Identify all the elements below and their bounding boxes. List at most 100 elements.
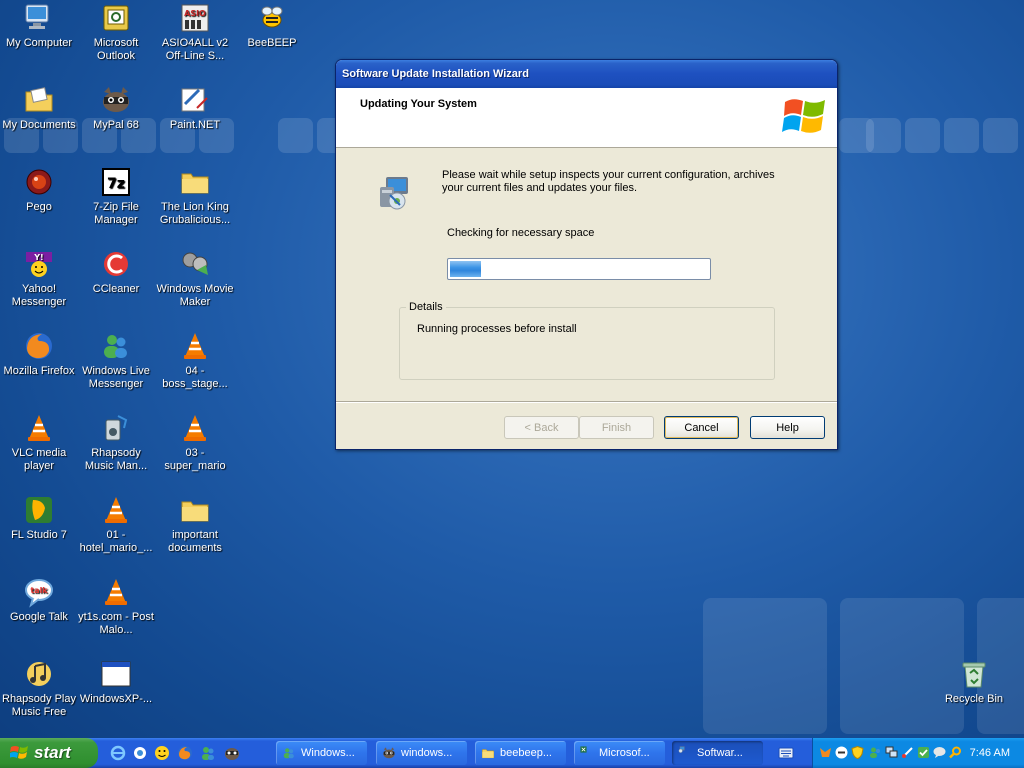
recycle-bin-icon	[958, 658, 990, 690]
progress-bar	[447, 258, 711, 280]
tray-speech-icon[interactable]	[933, 746, 946, 759]
progress-fill	[450, 261, 481, 277]
desktop-icon-label: ASIO4ALL v2 Off-Line S...	[161, 37, 229, 62]
desktop-icon[interactable]: ASIO ASIO4ALL v2 Off-Line S...	[156, 2, 234, 63]
desktop-icon-label: Pego	[26, 201, 52, 213]
back-button[interactable]: < Back	[504, 416, 579, 439]
desktop-icon-label: important documents	[168, 529, 222, 554]
start-button[interactable]: start	[0, 738, 98, 768]
installation-wizard-window[interactable]: Software Update Installation Wizard Upda…	[335, 59, 838, 450]
desktop-icon[interactable]: MyPal 68	[77, 84, 155, 132]
desktop-icon[interactable]: VLC media player	[0, 412, 78, 473]
tray-minus-icon[interactable]	[835, 746, 848, 759]
desktop-icon[interactable]: Windows Movie Maker	[156, 248, 234, 309]
desktop-icon[interactable]: BeeBEEP	[233, 2, 311, 50]
taskbar-button[interactable]: windows...	[376, 741, 467, 765]
msn-icon[interactable]	[132, 745, 148, 761]
tray-check-icon[interactable]	[917, 746, 930, 759]
google-talk-icon: talk	[23, 576, 55, 608]
desktop-icon-label: 7-Zip File Manager	[93, 201, 139, 226]
tray-fox-icon[interactable]	[819, 746, 832, 759]
desktop-icon[interactable]: 04 - boss_stage...	[156, 330, 234, 391]
taskbar-button[interactable]: Softwar...	[672, 741, 763, 765]
live-messenger-icon	[100, 330, 132, 362]
live-messenger-icon	[283, 748, 294, 759]
details-legend: Details	[406, 301, 446, 313]
firefox-icon[interactable]	[177, 745, 193, 761]
wizard-body: Please wait while setup inspects your cu…	[336, 149, 837, 401]
desktop-icon-label: My Documents	[2, 119, 76, 131]
desktop-icon[interactable]: Recycle Bin	[935, 658, 1013, 706]
desktop-icon[interactable]: Microsoft Outlook	[77, 2, 155, 63]
live-messenger-icon[interactable]	[200, 745, 216, 761]
desktop-icon[interactable]: The Lion King Grubalicious...	[156, 166, 234, 227]
desktop-icon[interactable]: WindowsXP-...	[77, 658, 155, 706]
desktop-icon[interactable]: My Documents	[0, 84, 78, 132]
button-separator	[336, 401, 837, 403]
desktop-icon[interactable]: Rhapsody Play Music Free	[0, 658, 78, 719]
ccleaner-icon	[100, 248, 132, 280]
clock[interactable]: 7:46 AM	[970, 738, 1010, 768]
taskbar-button-label: windows...	[401, 747, 453, 759]
movie-maker-icon	[179, 248, 211, 280]
details-text: Running processes before install	[417, 323, 577, 335]
seven-zip-icon: 7z	[100, 166, 132, 198]
internet-explorer-icon[interactable]	[110, 745, 126, 761]
vlc-icon	[179, 330, 211, 362]
taskbar-button-label: beebeep...	[500, 747, 552, 759]
tray-network-icon[interactable]	[885, 746, 898, 759]
desktop-icon-label: VLC media player	[11, 447, 67, 472]
asio-icon: ASIO	[179, 2, 211, 34]
desktop-icon[interactable]: important documents	[156, 494, 234, 555]
tray-paint-icon[interactable]	[901, 746, 914, 759]
finish-button[interactable]: Finish	[579, 416, 654, 439]
status-text: Checking for necessary space	[447, 227, 595, 239]
desktop-icon-label: My Computer	[5, 37, 73, 49]
desktop-icon-label: Google Talk	[10, 611, 68, 623]
help-button[interactable]: Help	[750, 416, 825, 439]
svg-text:Y!: Y!	[33, 253, 43, 262]
rhapsody-play-icon	[23, 658, 55, 690]
desktop-icon[interactable]: My Computer	[0, 2, 78, 50]
windows-logo-icon	[782, 99, 825, 133]
desktop-icon[interactable]: CCleaner	[77, 248, 155, 296]
fl-studio-icon	[23, 494, 55, 526]
desktop-icon[interactable]: talk Google Talk	[0, 576, 78, 624]
desktop-icon-label: Rhapsody Music Man...	[84, 447, 148, 472]
desktop-icon[interactable]: Y! Yahoo! Messenger	[0, 248, 78, 309]
my-documents-icon	[23, 84, 55, 116]
desktop-icon-label: yt1s.com - Post Malo...	[78, 611, 154, 636]
mypal-icon[interactable]	[224, 745, 240, 761]
desktop-icon[interactable]: 01 - hotel_mario_...	[77, 494, 155, 555]
my-computer-icon	[23, 2, 55, 34]
desktop-icon[interactable]: Rhapsody Music Man...	[77, 412, 155, 473]
security-shield-icon[interactable]	[851, 746, 864, 759]
desktop-icon-label: Rhapsody Play Music Free	[2, 693, 76, 718]
desktop-icon[interactable]: Mozilla Firefox	[0, 330, 78, 378]
vlc-icon	[100, 494, 132, 526]
desktop-icon[interactable]: Windows Live Messenger	[77, 330, 155, 391]
cancel-button[interactable]: Cancel	[664, 416, 739, 439]
folder-icon	[179, 166, 211, 198]
yahoo-smiley-icon[interactable]	[154, 745, 170, 761]
wizard-header: Updating Your System	[336, 88, 837, 148]
taskbar-button[interactable]: beebeep...	[475, 741, 566, 765]
keyboard-icon[interactable]	[778, 746, 794, 760]
taskbar-button-label: Windows...	[301, 747, 355, 759]
desktop-icon-label: Paint.NET	[169, 119, 221, 131]
start-label: start	[34, 743, 71, 762]
desktop-icon[interactable]: FL Studio 7	[0, 494, 78, 542]
taskbar-button-label: Microsof...	[599, 747, 650, 759]
mypal-icon	[383, 747, 395, 759]
desktop-icon[interactable]: 03 - super_mario	[156, 412, 234, 473]
tray-messenger-icon[interactable]	[869, 746, 882, 759]
window-title[interactable]: Software Update Installation Wizard	[336, 60, 837, 88]
desktop-icon-label: Yahoo! Messenger	[11, 283, 67, 308]
taskbar-button[interactable]: Microsof...	[574, 741, 665, 765]
desktop-icon[interactable]: 7z 7-Zip File Manager	[77, 166, 155, 227]
taskbar-button[interactable]: Windows...	[276, 741, 367, 765]
desktop-icon[interactable]: Pego	[0, 166, 78, 214]
search-icon[interactable]	[949, 746, 962, 759]
desktop-icon[interactable]: yt1s.com - Post Malo...	[77, 576, 155, 637]
desktop-icon[interactable]: Paint.NET	[156, 84, 234, 132]
